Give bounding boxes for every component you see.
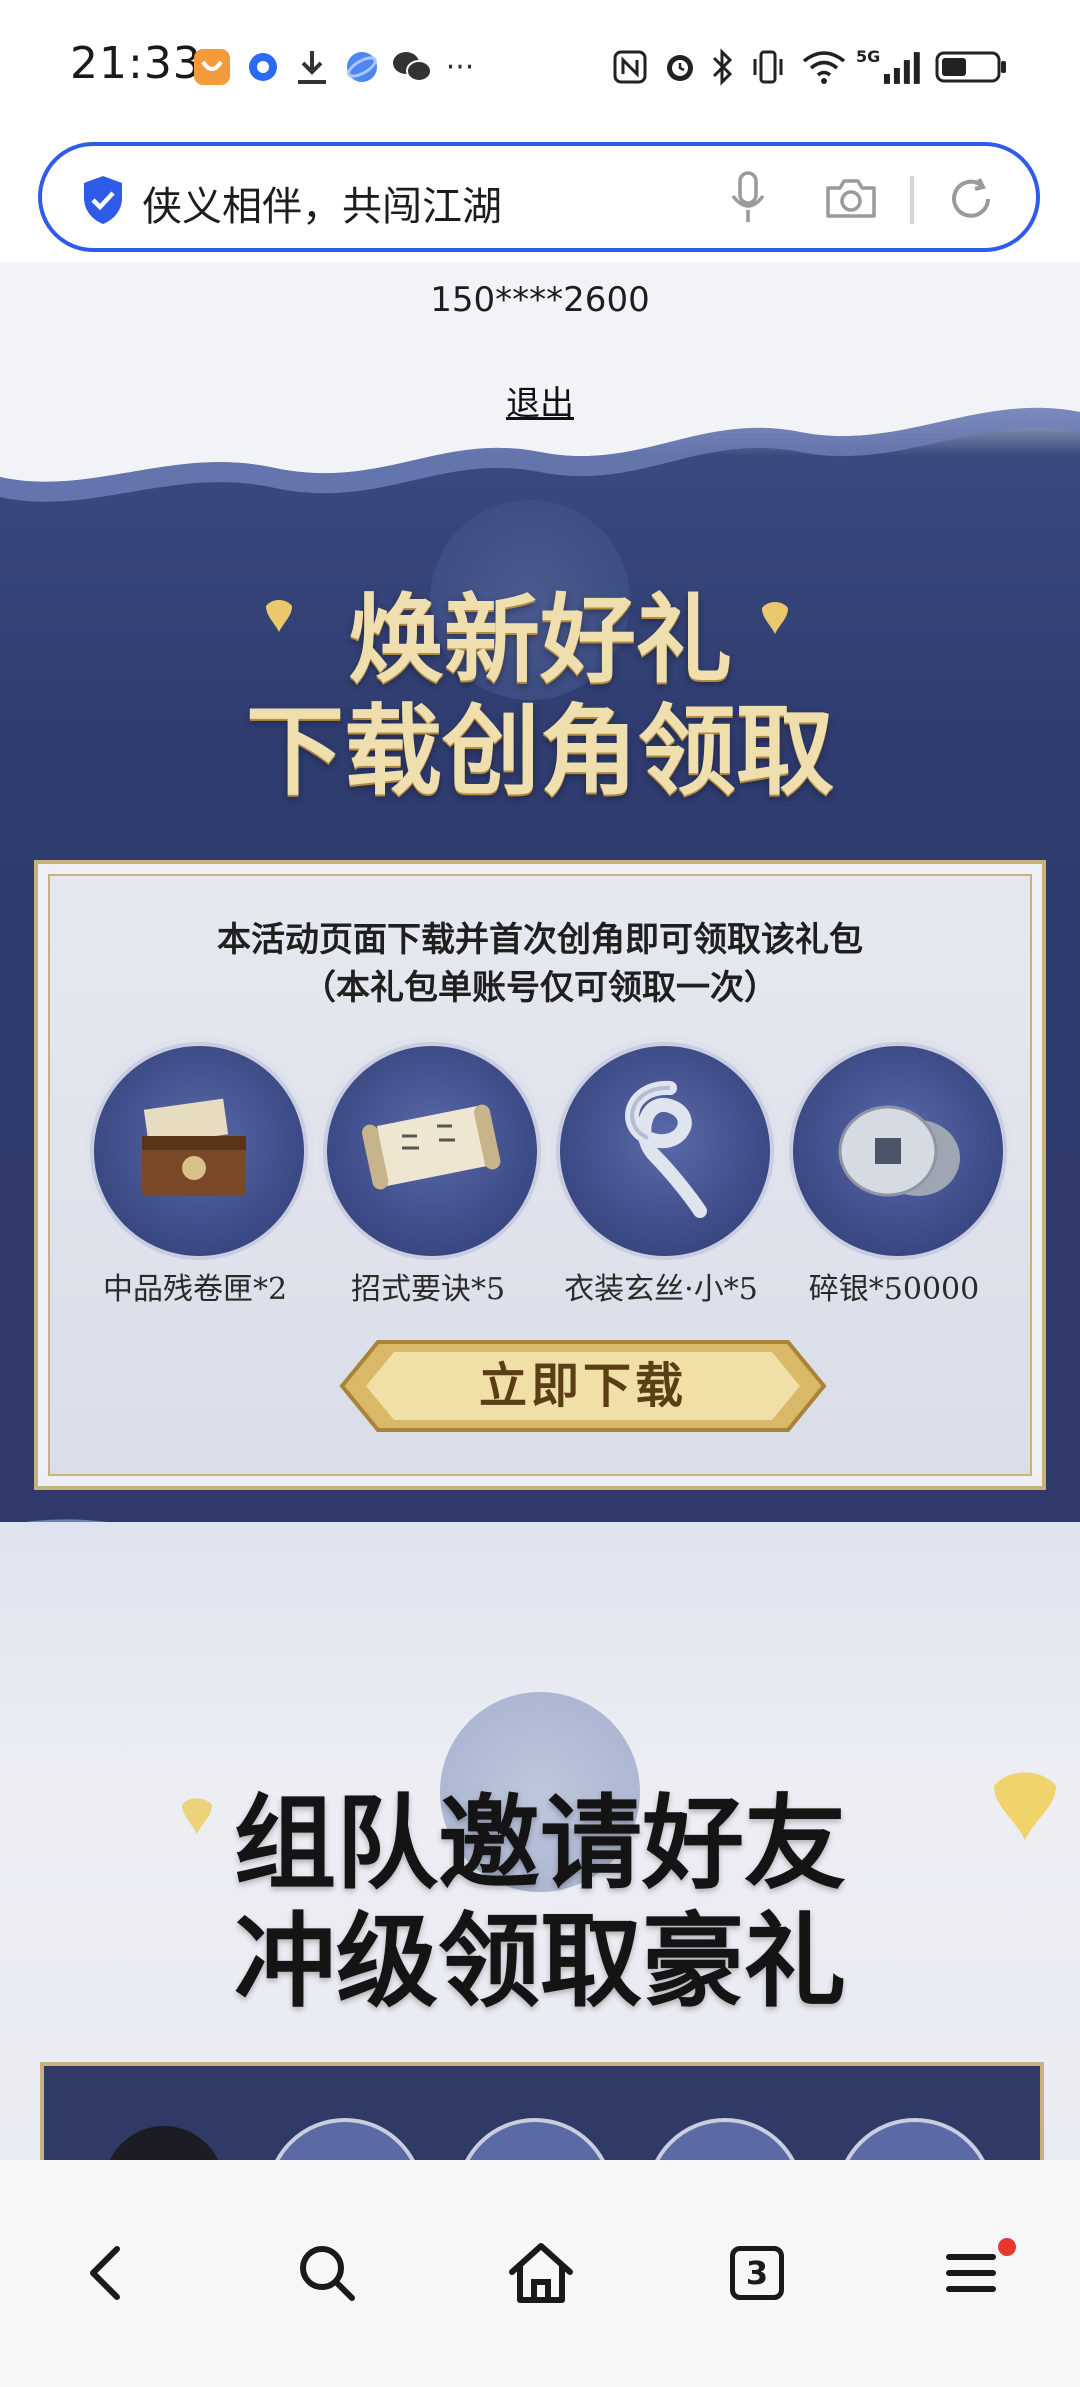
status-bar: 21:33 ··· 5G — [0, 0, 1080, 135]
menu-icon — [946, 2254, 996, 2292]
address-bar[interactable]: 侠义相伴，共闯江湖 — [38, 142, 1040, 252]
wifi-icon — [800, 47, 848, 87]
logout-link[interactable]: 退出 — [0, 376, 1080, 425]
character-portrait — [104, 2126, 224, 2160]
vibrate-icon — [748, 47, 788, 87]
ginkgo-leaf-icon — [264, 594, 294, 634]
bluetooth-icon — [706, 47, 740, 87]
alarm-icon — [660, 47, 700, 87]
reward-slot[interactable] — [266, 2118, 424, 2160]
refresh-icon[interactable] — [946, 174, 998, 226]
gift-label: 中品残卷匣*2 — [102, 1272, 288, 1307]
status-time: 21:33 — [70, 38, 202, 89]
gift-label: 招式要诀*5 — [350, 1272, 506, 1307]
section2-title-line2: 冲级领取豪礼 — [234, 1902, 846, 2022]
gift-item-silk[interactable] — [556, 1042, 774, 1260]
battery-icon — [934, 47, 1010, 87]
shield-check-icon — [80, 174, 128, 226]
menu-button[interactable] — [928, 2228, 1018, 2318]
panel-description: 本活动页面下载并首次创角即可领取该礼包 — [217, 920, 863, 960]
search-button[interactable] — [282, 2228, 372, 2318]
treasure-chest-icon — [142, 1098, 246, 1196]
reward-slot[interactable] — [456, 2118, 614, 2160]
web-page: 150****2600 退出 焕新好礼 下载创角领取 本活动页面下载并首次创角即… — [0, 262, 1080, 2160]
network-label: 5G — [856, 47, 881, 66]
search-icon — [300, 2246, 355, 2301]
wechat-icon — [390, 47, 434, 87]
ginkgo-leaf-icon — [990, 1762, 1060, 1842]
camera-icon[interactable] — [824, 176, 880, 222]
download-button-label: 立即下载 — [478, 1358, 687, 1414]
back-button[interactable] — [60, 2228, 150, 2318]
divider — [910, 176, 914, 224]
scroll-icon — [362, 1104, 501, 1190]
address-text[interactable]: 侠义相伴，共闯江湖 — [142, 174, 502, 232]
home-button[interactable] — [496, 2228, 586, 2318]
5g-signal-icon: 5G — [856, 47, 926, 87]
reward-slot[interactable] — [646, 2118, 804, 2160]
silver-coins-icon — [838, 1105, 960, 1197]
gift-item-silver[interactable] — [789, 1042, 1007, 1260]
back-icon — [90, 2246, 120, 2300]
reward-panel — [40, 2062, 1044, 2160]
more-dots-icon: ··· — [445, 49, 475, 85]
section1-title-line2: 下载创角领取 — [245, 694, 834, 809]
microphone-icon[interactable] — [728, 170, 772, 226]
gift-panel: 本活动页面下载并首次创角即可领取该礼包 （本礼包单账号仅可领取一次） 中品残卷匣… — [34, 860, 1046, 1490]
gift-item-chest[interactable] — [90, 1042, 308, 1260]
notification-dot — [998, 2238, 1016, 2256]
panel-note: （本礼包单账号仅可领取一次） — [302, 968, 778, 1008]
tabs-count: 3 — [730, 2246, 784, 2300]
app-badge-icon — [192, 47, 232, 87]
download-icon — [292, 47, 332, 87]
account-phone: 150****2600 — [430, 280, 650, 320]
gift-item-scroll[interactable] — [323, 1042, 541, 1260]
circle-app-icon — [245, 47, 281, 87]
gift-label: 碎银*50000 — [808, 1272, 980, 1307]
nfc-icon — [610, 47, 650, 87]
tabs-button[interactable]: 3 — [712, 2228, 802, 2318]
reward-slot[interactable] — [836, 2118, 994, 2160]
home-icon — [509, 2243, 573, 2303]
gift-label: 衣装玄丝·小*5 — [564, 1272, 758, 1307]
ginkgo-leaf-icon — [760, 596, 790, 636]
download-button[interactable]: 立即下载 — [338, 1336, 828, 1436]
browser-icon — [342, 47, 382, 87]
ginkgo-leaf-icon — [180, 1792, 214, 1836]
silk-ribbon-icon — [625, 1081, 707, 1218]
